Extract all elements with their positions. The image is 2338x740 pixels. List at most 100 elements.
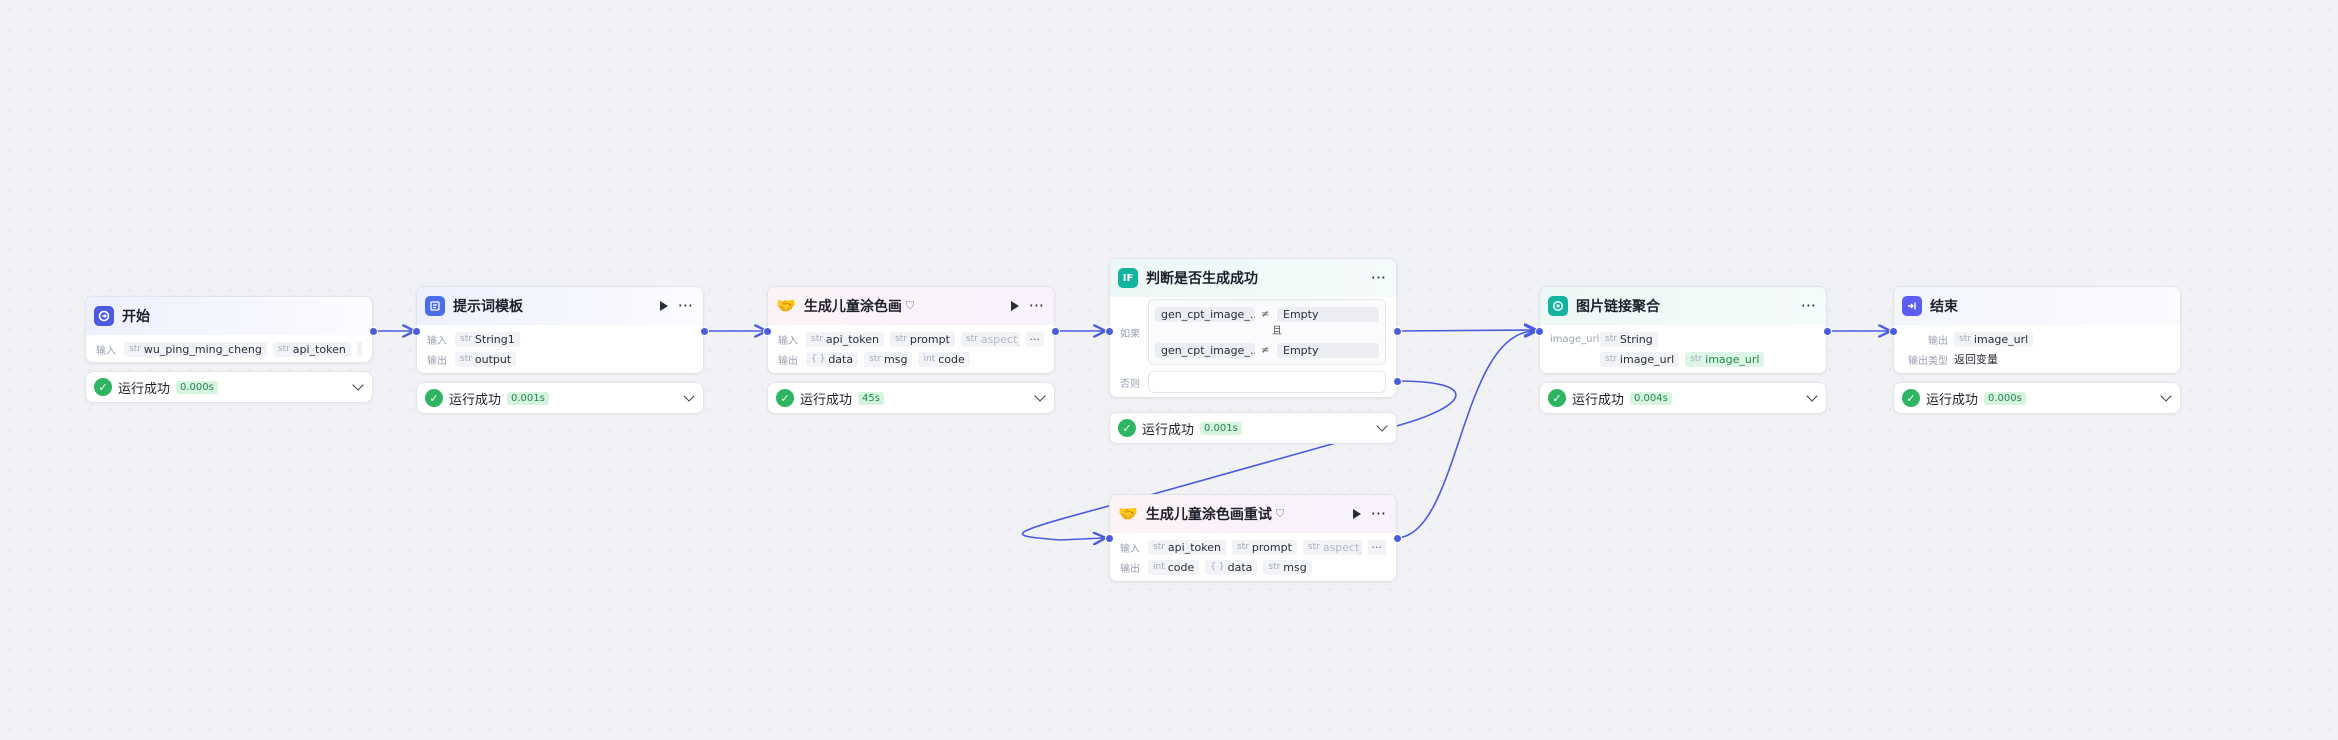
status-text: 运行成功 — [1926, 392, 1979, 408]
output-type-label: 输出类型 — [1908, 355, 1948, 367]
play-icon[interactable] — [1352, 509, 1361, 519]
end-status-bar[interactable]: ✓ 运行成功 0.000s — [1893, 382, 2181, 414]
start-node[interactable]: 开始 输入 str wu_ping_ming_cheng str api_token… — [85, 296, 373, 363]
param-chip: str msg — [1263, 559, 1312, 575]
agg-node-title: 图片链接聚合 — [1576, 299, 1660, 315]
end-input-port[interactable] — [1889, 327, 1898, 336]
gen-output-port[interactable] — [1051, 327, 1060, 336]
condition-input-port[interactable] — [1105, 327, 1114, 336]
more-params-button[interactable]: ··· — [356, 341, 362, 357]
param-chip: str msg — [864, 351, 913, 367]
param-chip: str String — [1600, 331, 1658, 347]
chevron-down-icon[interactable] — [352, 379, 364, 391]
more-icon[interactable]: ··· — [1371, 506, 1386, 522]
retry-output-port[interactable] — [1393, 534, 1402, 543]
agg-status-bar[interactable]: ✓ 运行成功 0.004s — [1539, 382, 1827, 414]
retry-input-port[interactable] — [1105, 534, 1114, 543]
output-label: 输出 — [1120, 563, 1140, 575]
chevron-down-icon[interactable] — [1034, 390, 1046, 402]
param-chip-selected: str image_url — [1685, 351, 1765, 367]
status-text: 运行成功 — [118, 381, 171, 397]
input-label: 输入 — [427, 335, 447, 347]
plugin-tag-icon: ⛉ — [1275, 507, 1285, 520]
chevron-down-icon[interactable] — [1376, 420, 1388, 432]
check-circle-icon: ✓ — [776, 389, 794, 407]
condition-variable: gen_cpt_image_... — [1155, 342, 1255, 358]
play-icon[interactable] — [659, 301, 668, 311]
status-text: 运行成功 — [1572, 392, 1625, 408]
param-chip: str output — [455, 351, 517, 367]
edge-condition-agg — [1396, 330, 1535, 331]
gen-input-port[interactable] — [763, 327, 772, 336]
condition-value: Empty — [1277, 342, 1379, 358]
if-label: 如果 — [1120, 328, 1140, 340]
start-node-title: 开始 — [122, 309, 150, 325]
agg-output-port[interactable] — [1823, 327, 1832, 336]
condition-status-bar[interactable]: ✓ 运行成功 0.001s — [1109, 412, 1397, 444]
condition-group[interactable]: gen_cpt_image_... ≠ Empty 且 gen_cpt_imag… — [1148, 299, 1386, 365]
end-node[interactable]: 结束 输出 str image_url 输出类型 返回变量 — [1893, 286, 2181, 374]
gen-retry-node[interactable]: 🤝 生成儿童涂色画重试 ⛉ ··· 输入 str api_token str pro… — [1109, 494, 1397, 582]
more-params-button[interactable]: ··· — [1367, 539, 1386, 555]
end-node-title: 结束 — [1930, 299, 1958, 315]
play-icon[interactable] — [1010, 301, 1019, 311]
condition-value: Empty — [1277, 306, 1379, 322]
more-icon[interactable]: ··· — [1371, 270, 1386, 286]
agg-input-port[interactable] — [1535, 327, 1544, 336]
gen-status-bar[interactable]: ✓ 运行成功 45s — [767, 382, 1055, 414]
start-status-bar[interactable]: ✓ 运行成功 0.000s — [85, 371, 373, 403]
run-time-badge: 0.000s — [1984, 391, 2026, 405]
more-params-button[interactable]: ··· — [1025, 331, 1044, 347]
run-time-badge: 0.001s — [1200, 421, 1242, 435]
input-label: 输入 — [96, 345, 116, 357]
param-chip: str wu_ping_ming_cheng — [124, 341, 267, 357]
and-label: 且 — [1272, 326, 1282, 337]
param-chip: str prompt — [889, 331, 955, 347]
if-icon: IF — [1118, 268, 1138, 288]
param-chip: str String1 — [455, 331, 520, 347]
check-circle-icon: ✓ — [1902, 389, 1920, 407]
template-node-title: 提示词模板 — [453, 299, 523, 315]
chevron-down-icon[interactable] — [1806, 390, 1818, 402]
start-node-header: 开始 — [86, 297, 372, 335]
param-chip: { } data — [1205, 559, 1258, 575]
condition-operator: ≠ — [1261, 344, 1270, 356]
param-chip: { } data — [806, 351, 859, 367]
output-type-value: 返回变量 — [1954, 353, 1998, 366]
gen-node-title: 生成儿童涂色画 — [803, 299, 902, 315]
template-input-port[interactable] — [412, 327, 421, 336]
image-agg-node[interactable]: 图片链接聚合 ··· image_url str String str image_… — [1539, 286, 1827, 374]
param-chip: int code — [1148, 559, 1200, 575]
output-label: 输出 — [778, 355, 798, 367]
condition-if-port[interactable] — [1393, 327, 1402, 336]
prompt-template-node[interactable]: 提示词模板 ··· 输入 str String1 输出 str output — [416, 286, 704, 374]
gen-coloring-node[interactable]: 🤝 生成儿童涂色画 ⛉ ··· 输入 str api_token str promp… — [767, 286, 1055, 374]
output-label: 输出 — [1928, 335, 1948, 347]
chevron-down-icon[interactable] — [2160, 390, 2172, 402]
condition-node-title: 判断是否生成成功 — [1146, 271, 1258, 287]
param-chip: str image_url — [1954, 331, 2034, 347]
start-output-port[interactable] — [369, 327, 378, 336]
handshake-icon: 🤝 — [776, 296, 796, 315]
output-label: 输出 — [427, 355, 447, 367]
run-time-badge: 0.004s — [1630, 391, 1672, 405]
template-output-port[interactable] — [700, 327, 709, 336]
more-icon[interactable]: ··· — [678, 298, 693, 314]
more-icon[interactable]: ··· — [1029, 298, 1044, 314]
end-node-header: 结束 — [1894, 287, 2180, 325]
condition-else-port[interactable] — [1393, 377, 1402, 386]
else-branch[interactable] — [1148, 371, 1386, 393]
chevron-down-icon[interactable] — [683, 390, 695, 402]
more-icon[interactable]: ··· — [1801, 298, 1816, 314]
condition-variable: gen_cpt_image_... — [1155, 306, 1255, 322]
template-node-header: 提示词模板 ··· — [417, 287, 703, 325]
condition-row[interactable]: gen_cpt_image_... ≠ Empty — [1155, 304, 1379, 324]
condition-row[interactable]: gen_cpt_image_... ≠ Empty — [1155, 340, 1379, 360]
template-status-bar[interactable]: ✓ 运行成功 0.001s — [416, 382, 704, 414]
condition-node[interactable]: IF 判断是否生成成功 ··· 如果 gen_cpt_image_... ≠ E… — [1109, 258, 1397, 398]
else-label: 否则 — [1120, 378, 1140, 390]
start-icon — [94, 306, 114, 326]
run-time-badge: 0.000s — [176, 380, 218, 394]
param-chip: str api_token — [272, 341, 351, 357]
param-chip: straspect_ratio — [1302, 539, 1362, 555]
